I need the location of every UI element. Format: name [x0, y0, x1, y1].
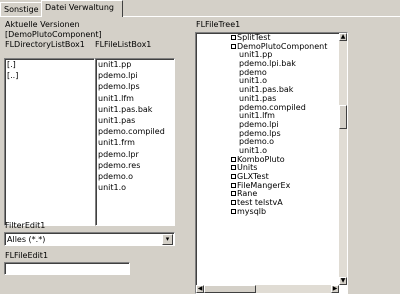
tree-node-label: pdemo [239, 67, 267, 77]
dropdown-arrow-icon[interactable]: ▾ [162, 234, 173, 245]
file-list-item[interactable]: unit1.pas.bak [96, 104, 174, 115]
tree-node-label: pdemo.lpi.bak [239, 59, 296, 69]
file-list-item[interactable]: pdemo.compiled [96, 126, 174, 137]
tree-node-label: test telstvA [237, 198, 283, 208]
tab-sonstige[interactable]: Sonstige [0, 2, 42, 16]
tree-node[interactable]: mysqlb [196, 206, 327, 217]
file-list-item[interactable]: pdemo.lpr [96, 149, 174, 160]
tab-datei-verwaltung[interactable]: Datei Verwaltung [41, 0, 123, 17]
scroll-down-icon[interactable]: ▼ [339, 277, 347, 285]
file-list-item[interactable]: pdemo.o [96, 171, 174, 182]
filter-value: Alles (*.*) [7, 235, 46, 244]
tree-node-label: KomboPluto [237, 154, 285, 164]
tree-node-label: GLXTest [237, 172, 269, 181]
tree-node[interactable]: KomboPluto [196, 154, 327, 165]
tree-node-label: Units [237, 163, 258, 173]
expand-box-icon[interactable] [231, 165, 236, 171]
expand-box-icon[interactable] [231, 174, 236, 179]
tab-page: Aktuelle Versionen [DemoPlutoComponent] … [0, 16, 400, 294]
file-list-item[interactable]: unit1.frm [96, 137, 174, 148]
file-list-item[interactable]: pdemo.lpi [96, 70, 174, 81]
scroll-up-icon[interactable]: ▲ [339, 33, 347, 41]
file-list-item[interactable]: pdemo.lps [96, 81, 174, 92]
file-list-item[interactable]: unit1.pp [96, 59, 174, 70]
directory-listbox[interactable]: [.] [..] [4, 58, 95, 226]
scroll-right-icon[interactable]: ▶ [331, 285, 339, 293]
file-tree[interactable]: SplitTest DemoPlutoComponent unit1.pp pdemo… [195, 32, 348, 294]
tree-horizontal-thumb[interactable] [204, 285, 256, 293]
file-list-item[interactable]: unit1.o [96, 182, 174, 193]
directory-list-label: FLDirectoryListBox1 [5, 40, 85, 49]
tree-node-label: pdemo.lpi [239, 119, 279, 129]
file-edit-input[interactable] [4, 262, 130, 275]
tree-vertical-thumb[interactable] [339, 104, 347, 129]
filter-combobox[interactable]: Alles (*.*) ▾ [4, 232, 175, 246]
versions-label: Aktuelle Versionen [5, 20, 80, 29]
directory-list-item[interactable]: [..] [5, 70, 94, 81]
tree-node-label: mysqlb [237, 206, 267, 216]
tree-label: FLFileTree1 [196, 20, 241, 29]
tree-node-label: pdemo.lps [239, 128, 281, 138]
filter-label: FilterEdit1 [5, 221, 46, 230]
expand-box-icon[interactable] [231, 156, 236, 162]
file-list-label: FLFileListBox1 [95, 40, 152, 49]
file-list-item[interactable]: pdemo.res [96, 160, 174, 171]
tree-node-label: unit1.pas [239, 93, 277, 103]
file-list-item[interactable]: unit1.lfm [96, 93, 174, 104]
tree-node-label: Rane [237, 189, 258, 199]
file-list: unit1.pp pdemo.lpi pdemo.lps unit1.lfm unit1… [96, 59, 174, 193]
file-listbox[interactable]: unit1.pp pdemo.lpi pdemo.lps unit1.lfm unit1… [95, 58, 175, 226]
tree-node-label: pdemo.compiled [239, 102, 306, 112]
tree-node-label: unit1.pp [239, 50, 273, 60]
tree-node-label: unit1.lfm [239, 111, 275, 121]
file-list-item[interactable]: unit1.pas [96, 115, 174, 126]
directory-list-item[interactable]: [.] [5, 59, 94, 70]
component-label: [DemoPlutoComponent] [5, 30, 102, 39]
directory-list: [.] [..] [5, 59, 94, 81]
expand-box-icon[interactable] [231, 208, 236, 214]
file-edit-label: FLFileEdit1 [5, 251, 49, 260]
expand-box-icon[interactable] [231, 35, 236, 40]
tree-node-label: FileMangerEx [237, 180, 291, 190]
expand-box-icon[interactable] [231, 182, 236, 188]
tree-horizontal-scrollbar[interactable]: ◀ ▶ [196, 285, 339, 293]
expand-box-icon[interactable] [231, 43, 236, 49]
tree-node-label: unit1.o [239, 145, 268, 155]
tree-node-label: pdemo.o [239, 137, 275, 147]
tree-vertical-scrollbar[interactable]: ▲ ▼ [339, 33, 347, 285]
expand-box-icon[interactable] [231, 191, 236, 197]
tree-node-label: SplitTest [237, 33, 271, 42]
tree-rows: SplitTest DemoPlutoComponent unit1.pp pdemo… [196, 33, 328, 217]
expand-box-icon[interactable] [231, 200, 236, 206]
scroll-left-icon[interactable]: ◀ [196, 285, 204, 293]
tree-node-label: DemoPlutoComponent [237, 41, 328, 51]
tree-node[interactable]: FileMangerEx [196, 180, 327, 191]
tree-node-label: unit1.pas.bak [239, 85, 294, 95]
tree-node-label: unit1.o [239, 76, 268, 86]
